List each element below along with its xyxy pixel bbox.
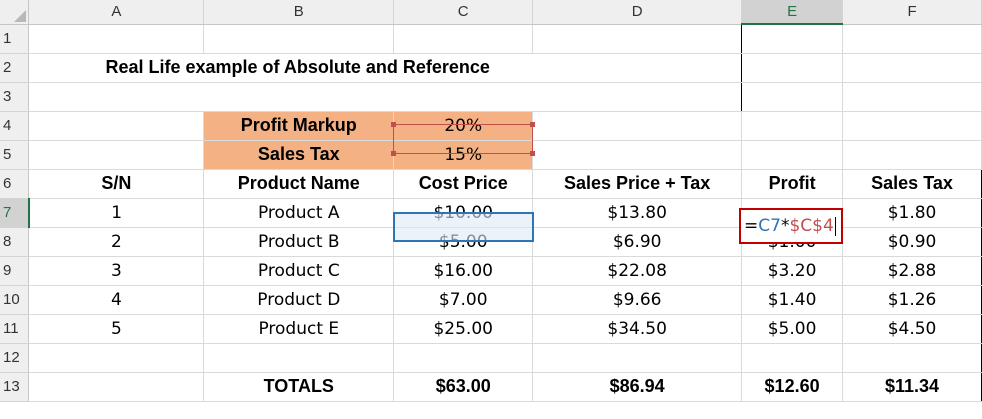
cell-e5[interactable] xyxy=(741,140,844,170)
cell-b12[interactable] xyxy=(203,342,395,373)
formula-ref-c7: C7 xyxy=(758,216,781,236)
total-sales-tax[interactable]: $11.34 xyxy=(842,372,982,402)
header-sales-tax[interactable]: Sales Tax xyxy=(842,168,982,199)
cell-cost-price[interactable]: $25.00 xyxy=(393,314,534,344)
row-header-13[interactable]: 13 xyxy=(0,372,30,402)
totals-label[interactable]: TOTALS xyxy=(203,372,395,402)
cell-d1[interactable] xyxy=(532,24,743,54)
spreadsheet: A B C D E F 1 2 Real Life example of Abs… xyxy=(0,0,982,419)
cell-sn[interactable]: 5 xyxy=(28,314,205,344)
row-header-2[interactable]: 2 xyxy=(0,53,30,83)
column-header-c[interactable]: C xyxy=(393,0,534,25)
cell-f3[interactable] xyxy=(842,82,982,112)
row-header-5[interactable]: 5 xyxy=(0,140,30,170)
profit-markup-value[interactable]: 20% xyxy=(393,110,534,141)
cell-e2[interactable] xyxy=(741,53,844,83)
cell-a12[interactable] xyxy=(28,342,205,373)
cell-product-name[interactable]: Product D xyxy=(203,285,395,315)
sheet-title[interactable]: Real Life example of Absolute and Refere… xyxy=(28,52,743,83)
cell-sales-price[interactable]: $34.50 xyxy=(532,314,743,344)
row-header-3[interactable]: 3 xyxy=(0,82,30,112)
column-header-a[interactable]: A xyxy=(28,0,205,25)
column-header-d[interactable]: D xyxy=(532,0,743,25)
cell-f2[interactable] xyxy=(842,53,982,83)
column-header-e[interactable]: E xyxy=(741,0,844,25)
cell-a5[interactable] xyxy=(28,140,205,170)
row-header-1[interactable]: 1 xyxy=(0,24,30,54)
cell-profit[interactable]: $5.00 xyxy=(741,314,844,344)
cell-f1[interactable] xyxy=(842,24,982,54)
select-all-corner[interactable] xyxy=(0,0,30,25)
row-header-4[interactable]: 4 xyxy=(0,111,30,141)
row-header-9[interactable]: 9 xyxy=(0,256,30,286)
total-profit[interactable]: $12.60 xyxy=(741,372,844,402)
cell-sales-price[interactable]: $9.66 xyxy=(532,285,743,315)
cell-product-name[interactable]: Product C xyxy=(203,256,395,286)
cell-product-name[interactable]: Product B xyxy=(203,227,395,257)
cell-cost-price[interactable]: $5.00 xyxy=(393,227,534,257)
formula-equals: = xyxy=(744,216,759,236)
cell-f5[interactable] xyxy=(842,140,982,170)
formula-ref-c4: $C$4 xyxy=(789,216,834,236)
cell-sn[interactable]: 3 xyxy=(28,256,205,286)
row-header-6[interactable]: 6 xyxy=(0,169,30,199)
sales-tax-label[interactable]: Sales Tax xyxy=(203,140,395,170)
cell-cost-price[interactable]: $16.00 xyxy=(393,256,534,286)
header-sn[interactable]: S/N xyxy=(28,168,205,199)
cell-sales-tax[interactable]: $4.50 xyxy=(842,314,982,344)
total-sales-price[interactable]: $86.94 xyxy=(532,372,743,402)
select-all-icon xyxy=(14,9,27,22)
profit-markup-label[interactable]: Profit Markup xyxy=(203,110,395,141)
cell-sales-tax[interactable]: $0.90 xyxy=(842,227,982,257)
cell-b1[interactable] xyxy=(203,24,395,54)
cell-d5[interactable] xyxy=(532,140,743,170)
row-header-11[interactable]: 11 xyxy=(0,314,30,344)
cell-a1[interactable] xyxy=(28,24,205,54)
cell-sn[interactable]: 1 xyxy=(28,198,205,228)
cell-c1[interactable] xyxy=(393,24,534,54)
cell-a13[interactable] xyxy=(28,372,205,402)
worksheet-grid: A B C D E F 1 2 Real Life example of Abs… xyxy=(0,0,982,402)
cell-e4[interactable] xyxy=(741,111,844,141)
cell-profit[interactable]: $1.40 xyxy=(741,285,844,315)
cell-cost-price[interactable]: $10.00 xyxy=(393,198,534,228)
cell-d4[interactable] xyxy=(532,111,743,141)
formula-edit-cell[interactable]: =C7*$C$4 xyxy=(739,208,843,244)
header-product-name[interactable]: Product Name xyxy=(203,168,395,199)
row-header-7[interactable]: 7 xyxy=(0,198,30,228)
cell-profit[interactable]: $3.20 xyxy=(741,256,844,286)
header-profit[interactable]: Profit xyxy=(741,168,844,199)
cell-sales-tax[interactable]: $1.26 xyxy=(842,285,982,315)
cell-e12[interactable] xyxy=(741,342,844,373)
cell-product-name[interactable]: Product E xyxy=(203,314,395,344)
row-header-10[interactable]: 10 xyxy=(0,285,30,315)
row-header-8[interactable]: 8 xyxy=(0,227,30,257)
cell-a3[interactable] xyxy=(28,81,743,112)
total-cost-price[interactable]: $63.00 xyxy=(393,372,534,402)
cell-a4[interactable] xyxy=(28,111,205,141)
sales-tax-value[interactable]: 15% xyxy=(393,140,534,170)
cell-sales-tax[interactable]: $2.88 xyxy=(842,256,982,286)
cell-sales-price[interactable]: $13.80 xyxy=(532,198,743,228)
cell-e1[interactable] xyxy=(741,24,844,54)
cell-sn[interactable]: 4 xyxy=(28,285,205,315)
text-caret xyxy=(834,216,836,236)
header-cost-price[interactable]: Cost Price xyxy=(393,168,534,199)
cell-sales-tax[interactable]: $1.80 xyxy=(842,198,982,228)
cell-f4[interactable] xyxy=(842,111,982,141)
row-header-12[interactable]: 12 xyxy=(0,343,30,373)
column-header-b[interactable]: B xyxy=(203,0,395,25)
cell-sales-price[interactable]: $22.08 xyxy=(532,256,743,286)
cell-sales-price[interactable]: $6.90 xyxy=(532,227,743,257)
cell-cost-price[interactable]: $7.00 xyxy=(393,285,534,315)
column-header-f[interactable]: F xyxy=(842,0,982,25)
cell-d12[interactable] xyxy=(532,342,743,373)
header-sales-price-tax[interactable]: Sales Price + Tax xyxy=(532,168,743,199)
cell-sn[interactable]: 2 xyxy=(28,227,205,257)
cell-f12[interactable] xyxy=(842,342,982,373)
cell-product-name[interactable]: Product A xyxy=(203,198,395,228)
cell-e3[interactable] xyxy=(741,82,844,112)
cell-c12[interactable] xyxy=(393,342,534,373)
